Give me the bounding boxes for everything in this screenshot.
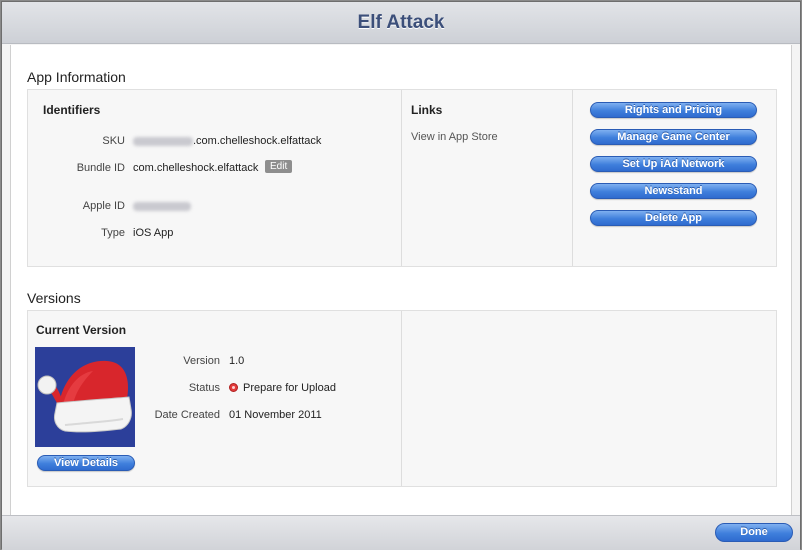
title-bar: Elf Attack xyxy=(2,2,800,44)
rights-and-pricing-button[interactable]: Rights and Pricing xyxy=(590,102,757,118)
main-content: App Information Identifiers SKU .com.che… xyxy=(10,45,792,515)
delete-app-button[interactable]: Delete App xyxy=(590,210,757,226)
status-text: Prepare for Upload xyxy=(243,382,336,394)
versions-panel: Current Version Version 1.0 Status Prepa… xyxy=(27,310,777,487)
column-divider xyxy=(401,311,402,486)
status-value: Prepare for Upload xyxy=(229,382,336,394)
window-title: Elf Attack xyxy=(357,12,445,33)
current-version-title: Current Version xyxy=(36,323,127,337)
column-divider xyxy=(401,90,402,266)
bundle-id-label: Bundle ID xyxy=(76,162,125,174)
sku-label: SKU xyxy=(102,135,125,147)
red-status-icon xyxy=(229,383,238,392)
footer-bar: Done xyxy=(2,515,800,550)
type-value: iOS App xyxy=(133,227,174,239)
view-details-button[interactable]: View Details xyxy=(37,455,135,471)
identifiers-title: Identifiers xyxy=(43,103,101,117)
manage-game-center-button[interactable]: Manage Game Center xyxy=(590,129,757,145)
santa-hat-icon[interactable] xyxy=(35,347,135,447)
versions-heading: Versions xyxy=(27,290,81,306)
sku-value: .com.chelleshock.elfattack xyxy=(133,135,321,147)
version-value: 1.0 xyxy=(229,355,245,367)
done-button[interactable]: Done xyxy=(715,523,793,542)
date-created-value: 01 November 2011 xyxy=(229,409,322,421)
sku-suffix: .com.chelleshock.elfattack xyxy=(193,135,322,147)
santa-hat-graphic xyxy=(35,347,135,447)
redacted-apple-id xyxy=(133,201,191,211)
set-up-iad-network-button[interactable]: Set Up iAd Network xyxy=(590,156,757,172)
bundle-id-value: com.chelleshock.elfattack xyxy=(133,162,259,174)
type-label: Type xyxy=(101,227,125,239)
status-label: Status xyxy=(188,382,220,394)
links-title: Links xyxy=(411,103,443,117)
newsstand-button[interactable]: Newsstand xyxy=(590,183,757,199)
app-information-panel: Identifiers SKU .com.chelleshock.elfatta… xyxy=(27,89,777,267)
edit-bundle-id-button[interactable]: Edit xyxy=(265,160,293,173)
column-divider xyxy=(572,90,573,266)
apple-id-label: Apple ID xyxy=(82,200,125,212)
redacted-sku-prefix xyxy=(133,136,193,146)
date-created-label: Date Created xyxy=(154,409,220,421)
app-information-heading: App Information xyxy=(27,69,126,85)
version-label: Version xyxy=(183,355,220,367)
apple-id-value xyxy=(133,200,191,212)
view-in-app-store-link[interactable]: View in App Store xyxy=(411,131,498,143)
app-details-window: Elf Attack App Information Identifiers S… xyxy=(1,1,801,550)
